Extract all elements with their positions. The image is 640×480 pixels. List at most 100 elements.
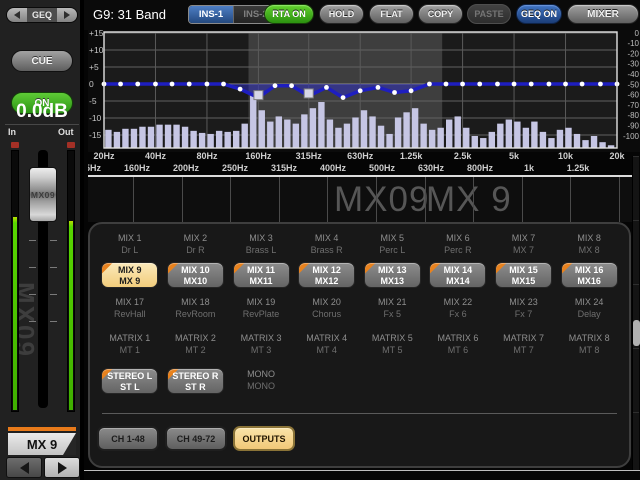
band-point[interactable]: [221, 82, 226, 87]
tab-ins-1[interactable]: INS-1: [189, 6, 233, 23]
channel-select-stereo-l[interactable]: STEREO LST L: [101, 368, 158, 394]
copy-button[interactable]: COPY: [418, 4, 463, 24]
next-channel-button[interactable]: [44, 457, 80, 478]
band-fader-area[interactable]: MX09 MX 9: [88, 177, 638, 222]
rta-bar: [472, 136, 478, 148]
band-point[interactable]: [477, 82, 482, 87]
channel-label: MX15: [496, 276, 551, 287]
scrollbar-thumb[interactable]: [633, 320, 640, 346]
layer-tab-outputs[interactable]: OUTPUTS: [233, 426, 295, 451]
channel-select-mix-15[interactable]: MIX 15MX15: [495, 262, 552, 288]
layer-tab-ch-49-72[interactable]: CH 49-72: [165, 426, 227, 451]
freq-axis-full: 20Hz40Hz80Hz160Hz315Hz630Hz1.25k2.5k5k10…: [88, 151, 640, 162]
band-point[interactable]: [358, 88, 363, 93]
band-point[interactable]: [289, 83, 294, 88]
freq-tick-label: 20Hz: [93, 151, 114, 161]
channel-id: MIX 2: [163, 232, 229, 244]
channel-select-mix-13[interactable]: MIX 13MX13: [364, 262, 421, 288]
band-point[interactable]: [495, 82, 500, 87]
channel-label: MX11: [234, 276, 289, 287]
channel-select-mix-14[interactable]: MIX 14MX14: [429, 262, 486, 288]
channel-label-matrix-1: MATRIX 1MT 1: [97, 332, 163, 358]
channel-name: RevHall: [97, 308, 163, 320]
flat-button[interactable]: FLAT: [369, 4, 414, 24]
channel-label-mix-20: MIX 20Chorus: [294, 296, 360, 322]
channel-label-mix-22: MIX 22Fx 6: [425, 296, 491, 322]
band-point[interactable]: [135, 82, 140, 87]
paste-button[interactable]: PASTE: [467, 4, 511, 24]
fader-cap[interactable]: MX09: [29, 167, 57, 222]
channel-select-mix-12[interactable]: MIX 12MX12: [298, 262, 355, 288]
band-point[interactable]: [153, 82, 158, 87]
channel-select-mix-11[interactable]: MIX 11MX11: [233, 262, 290, 288]
geq-prev-arrow-button[interactable]: [7, 8, 27, 22]
channel-select-mix-9[interactable]: MIX 9MX 9: [101, 262, 158, 288]
band-point[interactable]: [598, 82, 603, 87]
cue-button[interactable]: CUE: [11, 50, 73, 72]
band-zoom-tick-label: 800Hz: [467, 163, 493, 173]
y-right-tick-label: -70: [627, 101, 639, 110]
prev-channel-button[interactable]: [6, 457, 42, 478]
band-point[interactable]: [170, 82, 175, 87]
freq-tick-label: 20k: [609, 151, 624, 161]
rta-bar: [105, 130, 111, 148]
band-zoom-tick-label: 500Hz: [369, 163, 395, 173]
channel-id: MIX 17: [97, 296, 163, 308]
channel-row: MIX 9MX 9 MIX 10MX10 MIX 11MX11 MIX 12MX12 M…: [90, 262, 629, 288]
band-point[interactable]: [427, 82, 432, 87]
band-point[interactable]: [205, 82, 210, 87]
channel-select-mix-16[interactable]: MIX 16MX16: [561, 262, 618, 288]
band-point[interactable]: [460, 82, 465, 87]
channel-label-matrix-8: MATRIX 8MT 8: [556, 332, 622, 358]
rta-bar: [131, 129, 137, 148]
band-point[interactable]: [392, 90, 397, 95]
channel-select-stereo-r[interactable]: STEREO RST R: [167, 368, 224, 394]
channel-strip: GEQ CUE ON 0.0dB In Out MX09 MX09 MX 9: [0, 0, 84, 480]
fader-scale-ticks-left: [29, 240, 36, 332]
channel-id: MIX 4: [294, 232, 360, 244]
mixer-button[interactable]: MIXER: [567, 4, 639, 24]
geq-next-arrow-button[interactable]: [57, 8, 77, 22]
y-right-tick-label: -80: [627, 111, 639, 120]
band-point[interactable]: [376, 85, 381, 90]
channel-name-plate: MX 9: [8, 433, 76, 455]
channel-name: MT 6: [425, 344, 491, 356]
band-point[interactable]: [444, 82, 449, 87]
band-point[interactable]: [273, 83, 278, 88]
geq-graph[interactable]: +15+10+50-5-10-150-10-20-30-40-50-60-70-…: [88, 30, 640, 152]
channel-select-mix-10[interactable]: MIX 10MX10: [167, 262, 224, 288]
band-point[interactable]: [409, 88, 414, 93]
band-point[interactable]: [563, 82, 568, 87]
channel-label-mix-19: MIX 19RevPlate: [228, 296, 294, 322]
band-point[interactable]: [512, 82, 517, 87]
channel-name: Chorus: [294, 308, 360, 320]
rta-bar: [599, 142, 605, 147]
y-left-tick-label: -15: [89, 130, 102, 140]
channel-label-mix-8: MIX 8MX 8: [556, 232, 622, 258]
band-zoom-tick-label: 1.25k: [567, 163, 590, 173]
band-handle[interactable]: [304, 89, 313, 98]
channel-id: MIX 9: [102, 265, 157, 276]
band-point[interactable]: [324, 85, 329, 90]
geq-on-button[interactable]: GEQ ON: [516, 4, 562, 24]
band-point[interactable]: [547, 82, 552, 87]
channel-name: MONO: [228, 380, 294, 392]
band-point[interactable]: [529, 82, 534, 87]
band-point[interactable]: [341, 95, 346, 100]
band-point[interactable]: [187, 82, 192, 87]
output-meter-fill: [69, 221, 73, 410]
rta-on-button[interactable]: RTA ON: [264, 4, 314, 24]
band-point[interactable]: [118, 82, 123, 87]
layer-tab-ch-1-48[interactable]: CH 1-48: [97, 426, 159, 451]
rta-bar: [139, 127, 145, 148]
band-handle[interactable]: [254, 91, 263, 100]
channel-label-mix-24: MIX 24Delay: [556, 296, 622, 322]
panel-divider: [102, 413, 617, 414]
channel-label-mix-23: MIX 23Fx 7: [491, 296, 557, 322]
hold-button[interactable]: HOLD: [319, 4, 364, 24]
band-point[interactable]: [580, 82, 585, 87]
rta-bar: [403, 112, 409, 147]
band-point[interactable]: [238, 87, 243, 92]
vertical-scrollbar[interactable]: [632, 156, 639, 470]
y-right-tick-label: -60: [627, 91, 639, 100]
